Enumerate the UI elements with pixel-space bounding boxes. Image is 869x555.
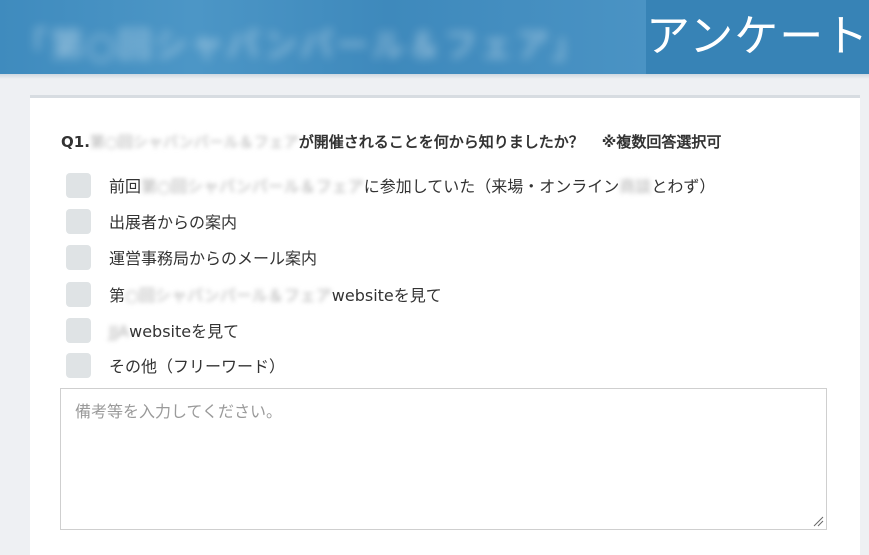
checkbox[interactable]: [66, 317, 91, 343]
header-banner-blurred: 「第○回シャパンパール＆フェア」: [0, 0, 646, 74]
option-association-website[interactable]: JJAwebsiteを見て: [66, 317, 239, 343]
option-other[interactable]: その他（フリーワード）: [66, 352, 285, 378]
header-shadow: [0, 74, 869, 79]
remarks-textarea[interactable]: [60, 388, 827, 530]
checkbox[interactable]: [66, 352, 91, 378]
option-label: JJAwebsiteを見て: [109, 322, 240, 341]
option-label: 出展者からの案内: [109, 213, 238, 232]
option-event-website[interactable]: 第○回シャパンパール＆フェアwebsiteを見て: [66, 281, 442, 307]
option-exhibitor-invitation[interactable]: 出展者からの案内: [66, 208, 237, 234]
question-note: ※複数回答選択可: [601, 133, 722, 151]
option-label: 第○回シャパンパール＆フェアwebsiteを見て: [109, 286, 442, 305]
question-blurred-event: 第○回シャパンパール＆フェア: [89, 133, 299, 151]
resize-grip-icon[interactable]: [812, 515, 824, 527]
option-label: その他（フリーワード）: [109, 357, 286, 376]
question-heading: Q1. 第○回シャパンパール＆フェア が開催されることを何から知りましたか？ ※…: [61, 131, 721, 152]
question-text: が開催されることを何から知りましたか？: [298, 133, 584, 151]
question-prefix: Q1.: [61, 132, 90, 151]
checkbox[interactable]: [66, 172, 91, 198]
option-label: 運営事務局からのメール案内: [109, 249, 318, 268]
page-header: 「第○回シャパンパール＆フェア」 アンケート: [0, 0, 869, 74]
checkbox[interactable]: [66, 281, 91, 307]
option-previous-participation[interactable]: 前回第○回シャパンパール＆フェアに参加していた（来場・オンライン商談とわず）: [66, 172, 715, 198]
option-label: 前回第○回シャパンパール＆フェアに参加していた（来場・オンライン商談とわず）: [109, 177, 716, 196]
page-title: アンケート: [646, 0, 869, 74]
checkbox[interactable]: [66, 208, 91, 234]
option-office-email[interactable]: 運営事務局からのメール案内: [66, 244, 317, 270]
header-blurred-title: 「第○回シャパンパール＆フェア」: [14, 26, 588, 66]
checkbox[interactable]: [66, 244, 91, 270]
